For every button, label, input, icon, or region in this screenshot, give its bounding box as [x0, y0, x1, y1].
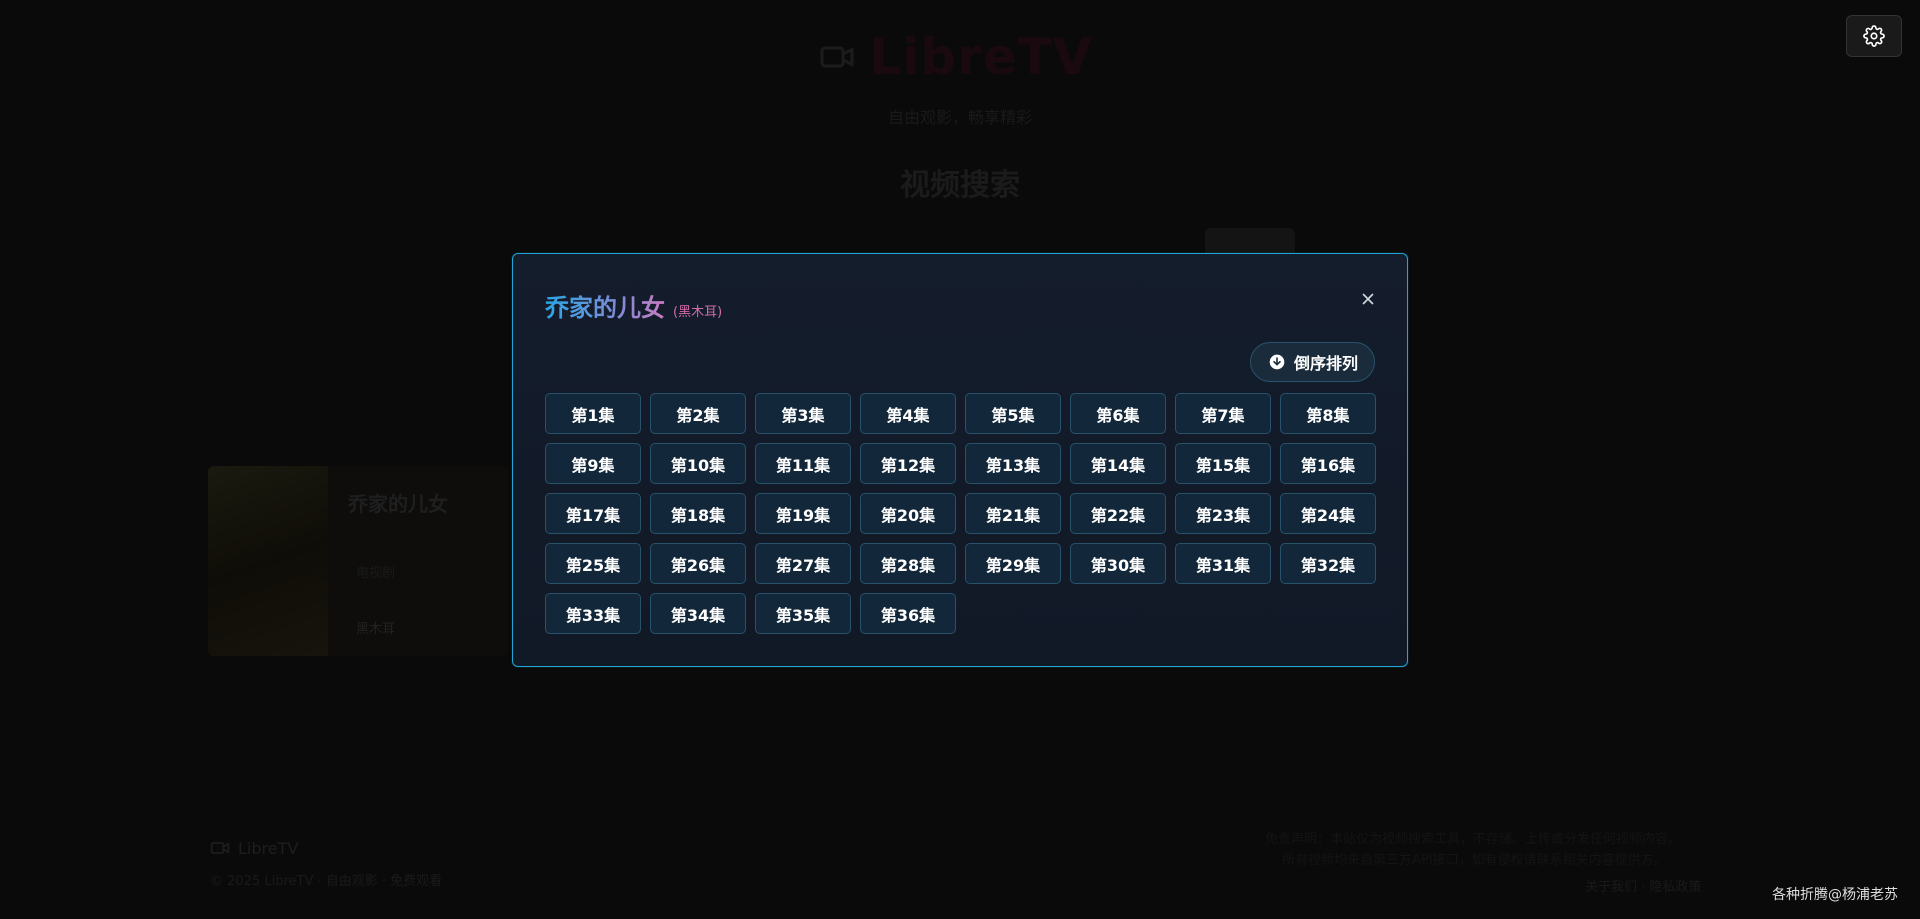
episode-button[interactable]: 第8集: [1280, 393, 1376, 434]
footer-logo: LibreTV: [210, 838, 298, 858]
page-header: LibreTV 自由观影，畅享精彩: [0, 28, 1920, 128]
episode-button[interactable]: 第24集: [1280, 493, 1376, 534]
episode-button[interactable]: 第2集: [650, 393, 746, 434]
episode-button[interactable]: 第20集: [860, 493, 956, 534]
episode-button[interactable]: 第33集: [545, 593, 641, 634]
close-icon: [1362, 293, 1374, 305]
episode-modal: 乔家的儿女 (黑木耳) 倒序排列 第1集 第2集 第3集 第4集 第5集 第6集 第7集 第8…: [512, 253, 1408, 667]
modal-source: (黑木耳): [673, 305, 723, 320]
modal-title: 乔家的儿女: [545, 288, 665, 323]
episode-button[interactable]: 第13集: [965, 443, 1061, 484]
episode-button[interactable]: 第19集: [755, 493, 851, 534]
episode-button[interactable]: 第26集: [650, 543, 746, 584]
episode-button[interactable]: 第16集: [1280, 443, 1376, 484]
episode-button[interactable]: 第22集: [1070, 493, 1166, 534]
footer-logo-text: LibreTV: [238, 838, 299, 858]
sort-label: 倒序排列: [1293, 354, 1358, 373]
episode-button[interactable]: 第9集: [545, 443, 641, 484]
watermark: 各种折腾@杨浦老苏: [1772, 887, 1898, 903]
app-title: LibreTV: [869, 28, 1093, 86]
episode-button[interactable]: 第36集: [860, 593, 956, 634]
modal-header: 乔家的儿女 (黑木耳): [545, 288, 722, 323]
result-card-title: 乔家的儿女: [348, 492, 448, 516]
episode-button[interactable]: 第31集: [1175, 543, 1271, 584]
result-card-source: 黑木耳: [356, 622, 396, 637]
episode-button[interactable]: 第5集: [965, 393, 1061, 434]
episode-button[interactable]: 第23集: [1175, 493, 1271, 534]
footer-disclaimer-line1: 免责声明：本站仅为视频搜索工具，不存储、上传或分发任何视频内容。: [1265, 832, 1682, 847]
episode-button[interactable]: 第4集: [860, 393, 956, 434]
episode-button[interactable]: 第14集: [1070, 443, 1166, 484]
video-camera-icon: [820, 46, 854, 68]
episode-button[interactable]: 第34集: [650, 593, 746, 634]
close-button[interactable]: [1359, 290, 1377, 308]
episode-button[interactable]: 第3集: [755, 393, 851, 434]
footer-links: 关于我们 · 隐私政策: [1585, 880, 1702, 895]
episode-button[interactable]: 第18集: [650, 493, 746, 534]
episode-button[interactable]: 第29集: [965, 543, 1061, 584]
sort-toggle-button[interactable]: 倒序排列: [1249, 342, 1375, 382]
episode-button[interactable]: 第21集: [965, 493, 1061, 534]
episode-button[interactable]: 第6集: [1070, 393, 1166, 434]
episode-button[interactable]: 第11集: [755, 443, 851, 484]
episode-button[interactable]: 第17集: [545, 493, 641, 534]
search-title: 视频搜索: [900, 168, 1020, 203]
result-card-meta: 电视剧: [356, 566, 396, 581]
episode-button[interactable]: 第7集: [1175, 393, 1271, 434]
app-subtitle: 自由观影，畅享精彩: [887, 108, 1032, 127]
episode-button[interactable]: 第27集: [755, 543, 851, 584]
footer-copyright: © 2025 LibreTV · 自由观影 · 免费观看: [210, 874, 443, 889]
footer-disclaimer-line2: 所有视频均来自第三方API接口，如有侵权请联系相关内容提供方。: [1282, 853, 1667, 868]
episode-button[interactable]: 第32集: [1280, 543, 1376, 584]
episode-grid: 第1集 第2集 第3集 第4集 第5集 第6集 第7集 第8集 第9集 第10集 第11集 第12集第…: [545, 393, 1376, 634]
episode-button[interactable]: 第30集: [1070, 543, 1166, 584]
episode-button[interactable]: 第35集: [755, 593, 851, 634]
episode-button[interactable]: 第12集: [860, 443, 956, 484]
episode-button[interactable]: 第28集: [860, 543, 956, 584]
episode-button[interactable]: 第10集: [650, 443, 746, 484]
logo: LibreTV: [0, 28, 1920, 86]
video-camera-icon: [210, 842, 230, 854]
episode-button[interactable]: 第15集: [1175, 443, 1271, 484]
settings-button[interactable]: [1846, 15, 1902, 57]
gear-icon: [1863, 25, 1885, 47]
episode-button[interactable]: 第1集: [545, 393, 641, 434]
result-card-poster: [208, 466, 328, 656]
episode-button[interactable]: 第25集: [545, 543, 641, 584]
arrow-down-circle-icon: [1269, 354, 1285, 370]
result-card: 乔家的儿女 电视剧 黑木耳: [208, 466, 508, 656]
